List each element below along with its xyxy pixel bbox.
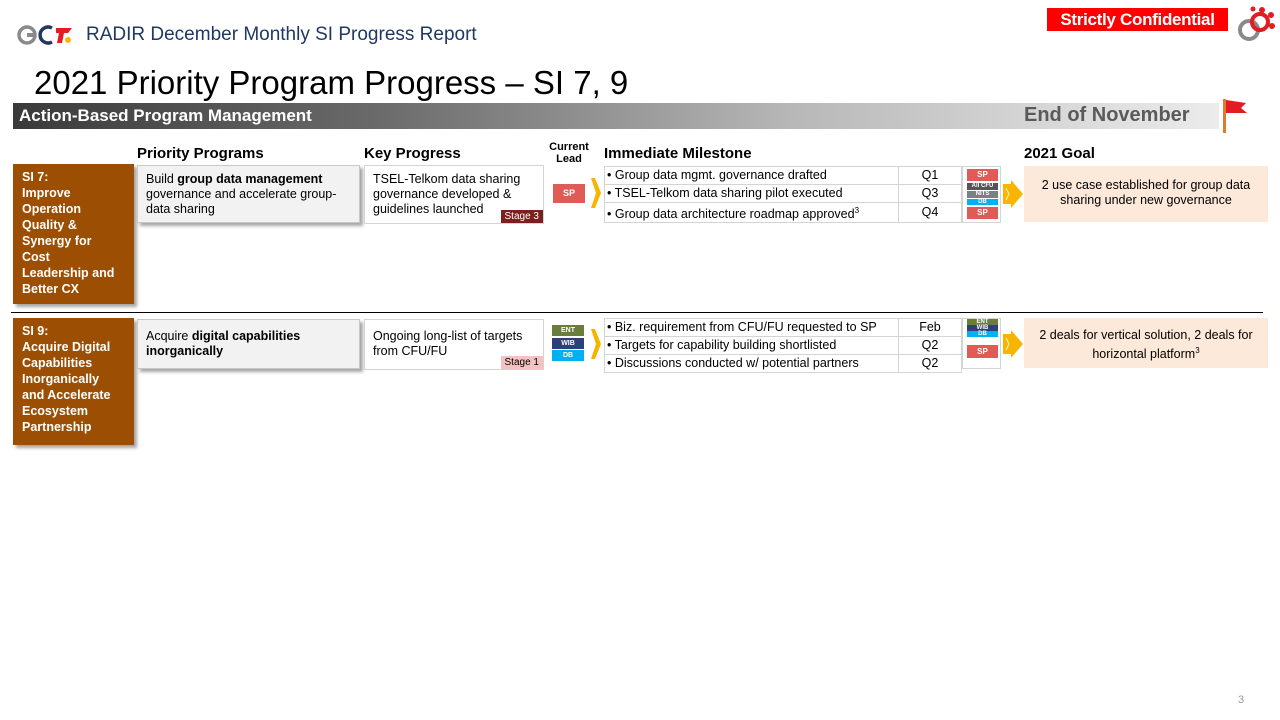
si7-title-line: Improve — [22, 186, 71, 200]
si7-progress-text: TSEL-Telkom data sharing governance deve… — [373, 172, 521, 216]
si9-stage-badge: Stage 1 — [500, 356, 543, 369]
arrow-icon — [591, 178, 601, 208]
report-title: RADIR December Monthly SI Progress Repor… — [86, 24, 477, 45]
header-current-lead-line2: Lead — [556, 153, 582, 165]
header-current-lead-line1: Current — [549, 141, 589, 153]
milestone-text: • Group data architecture roadmap approv… — [604, 201, 899, 224]
owner-tag-nits: NITS — [967, 191, 998, 198]
table-row: • Targets for capability building shortl… — [604, 336, 962, 355]
si7-program-text-end: governance and accelerate group-data sha… — [146, 187, 337, 216]
si9-goal-text: 2 deals for vertical solution, 2 deals f… — [1039, 328, 1253, 362]
si9-key-progress: Ongoing long-list of targets from CFU/FU… — [364, 319, 544, 370]
si7-key-progress: TSEL-Telkom data sharing governance deve… — [364, 165, 544, 224]
milestone-quarter: Q3 — [898, 184, 962, 203]
gct-logo — [17, 25, 72, 45]
table-row: • Group data mgmt. governance drafted Q1 — [604, 166, 962, 185]
table-row: • TSEL-Telkom data sharing pilot execute… — [604, 184, 962, 203]
si9-title-line: Inorganically — [22, 372, 100, 386]
table-row: • Group data architecture roadmap approv… — [604, 201, 962, 224]
milestone-text: • Group data mgmt. governance drafted — [604, 166, 899, 185]
owner-tag-db: DB — [967, 199, 998, 205]
si9-progress-text: Ongoing long-list of targets from CFU/FU — [373, 329, 523, 358]
milestone-text: • Biz. requirement from CFU/FU requested… — [604, 318, 899, 337]
si9-title-line: Capabilities — [22, 356, 93, 370]
si7-program-bold: group data management — [177, 172, 323, 186]
si9-milestone-table: • Biz. requirement from CFU/FU requested… — [604, 318, 962, 373]
milestone-quarter: Q4 — [898, 201, 962, 224]
si9-goal: 2 deals for vertical solution, 2 deals f… — [1024, 318, 1268, 368]
header-current-lead: Current Lead — [544, 141, 594, 165]
si7-label-box: SI 7: Improve Operation Quality & Synerg… — [13, 164, 134, 304]
si7-program-text: Build — [146, 172, 178, 186]
si9-title-line: Acquire Digital — [22, 340, 111, 354]
header-immediate-milestone: Immediate Milestone — [604, 145, 752, 162]
milestone-quarter: Q2 — [898, 354, 962, 373]
si7-title-line: Better CX — [22, 282, 79, 296]
table-row: • Biz. requirement from CFU/FU requested… — [604, 318, 962, 337]
page-title: 2021 Priority Program Progress – SI 7, 9 — [34, 64, 629, 101]
si7-title-line: Cost — [22, 250, 50, 264]
milestone-text-main: • Group data architecture roadmap approv… — [607, 207, 855, 222]
brand-logo — [1238, 6, 1275, 41]
header-goal: 2021 Goal — [1024, 145, 1095, 162]
si7-label: SI 7: — [22, 170, 49, 184]
arrow-icon — [1003, 330, 1023, 358]
si9-lead-ent: ENT — [552, 325, 584, 336]
owner-tag-all-cfu: All CFU — [967, 183, 998, 190]
banner-title: Action-Based Program Management — [19, 106, 312, 125]
si9-label-box: SI 9: Acquire Digital Capabilities Inorg… — [13, 318, 134, 445]
header-key-progress: Key Progress — [364, 145, 461, 162]
milestone-text: • Targets for capability building shortl… — [604, 336, 899, 355]
si9-lead-db: DB — [552, 350, 584, 361]
milestone-quarter: Q2 — [898, 336, 962, 355]
si7-title-line: Operation — [22, 202, 82, 216]
owner-tag-sp: SP — [967, 207, 998, 219]
owner-tag-sp: SP — [967, 169, 998, 181]
si9-title-line: and Accelerate — [22, 388, 111, 402]
header-priority-programs: Priority Programs — [137, 145, 264, 162]
si9-title-line: Partnership — [22, 420, 92, 434]
si7-stage-badge: Stage 3 — [500, 210, 543, 223]
si7-title-line: Leadership and — [22, 266, 115, 280]
arrow-icon — [1003, 180, 1023, 208]
owner-tag-sp: SP — [967, 345, 998, 358]
si7-goal: 2 use case established for group data sh… — [1024, 166, 1268, 222]
arrow-icon — [591, 329, 601, 359]
si9-lead-wib: WIB — [552, 338, 584, 349]
si7-priority-program: Build group data management governance a… — [137, 165, 360, 223]
si9-owner-column: ENT WIB DB SP — [962, 318, 1001, 369]
footnote-marker: 3 — [1195, 346, 1200, 355]
si7-title-line: Synergy for — [22, 234, 92, 248]
confidential-badge: Strictly Confidential — [1047, 8, 1228, 31]
page-number: 3 — [1238, 694, 1245, 706]
flag-icon — [1223, 99, 1247, 133]
si7-title-line: Quality & — [22, 218, 77, 232]
si9-program-text: Acquire — [146, 329, 192, 343]
si7-lead-sp: SP — [553, 184, 585, 203]
si7-owner-column: SP All CFU NITS DB SP — [962, 166, 1001, 223]
banner-period: End of November — [1024, 104, 1190, 126]
footnote-marker: 3 — [854, 206, 860, 215]
milestone-quarter: Q1 — [898, 166, 962, 185]
si9-title-line: Ecosystem — [22, 404, 89, 418]
si9-label: SI 9: — [22, 324, 49, 338]
row-divider — [11, 312, 1263, 313]
table-row: • Discussions conducted w/ potential par… — [604, 354, 962, 373]
si9-priority-program: Acquire digital capabilities inorganical… — [137, 319, 360, 369]
si7-milestone-table: • Group data mgmt. governance drafted Q1… — [604, 166, 962, 224]
owner-tag-db: DB — [967, 331, 998, 337]
milestone-quarter: Feb — [898, 318, 962, 337]
milestone-text: • Discussions conducted w/ potential par… — [604, 354, 899, 373]
milestone-text: • TSEL-Telkom data sharing pilot execute… — [604, 184, 899, 203]
